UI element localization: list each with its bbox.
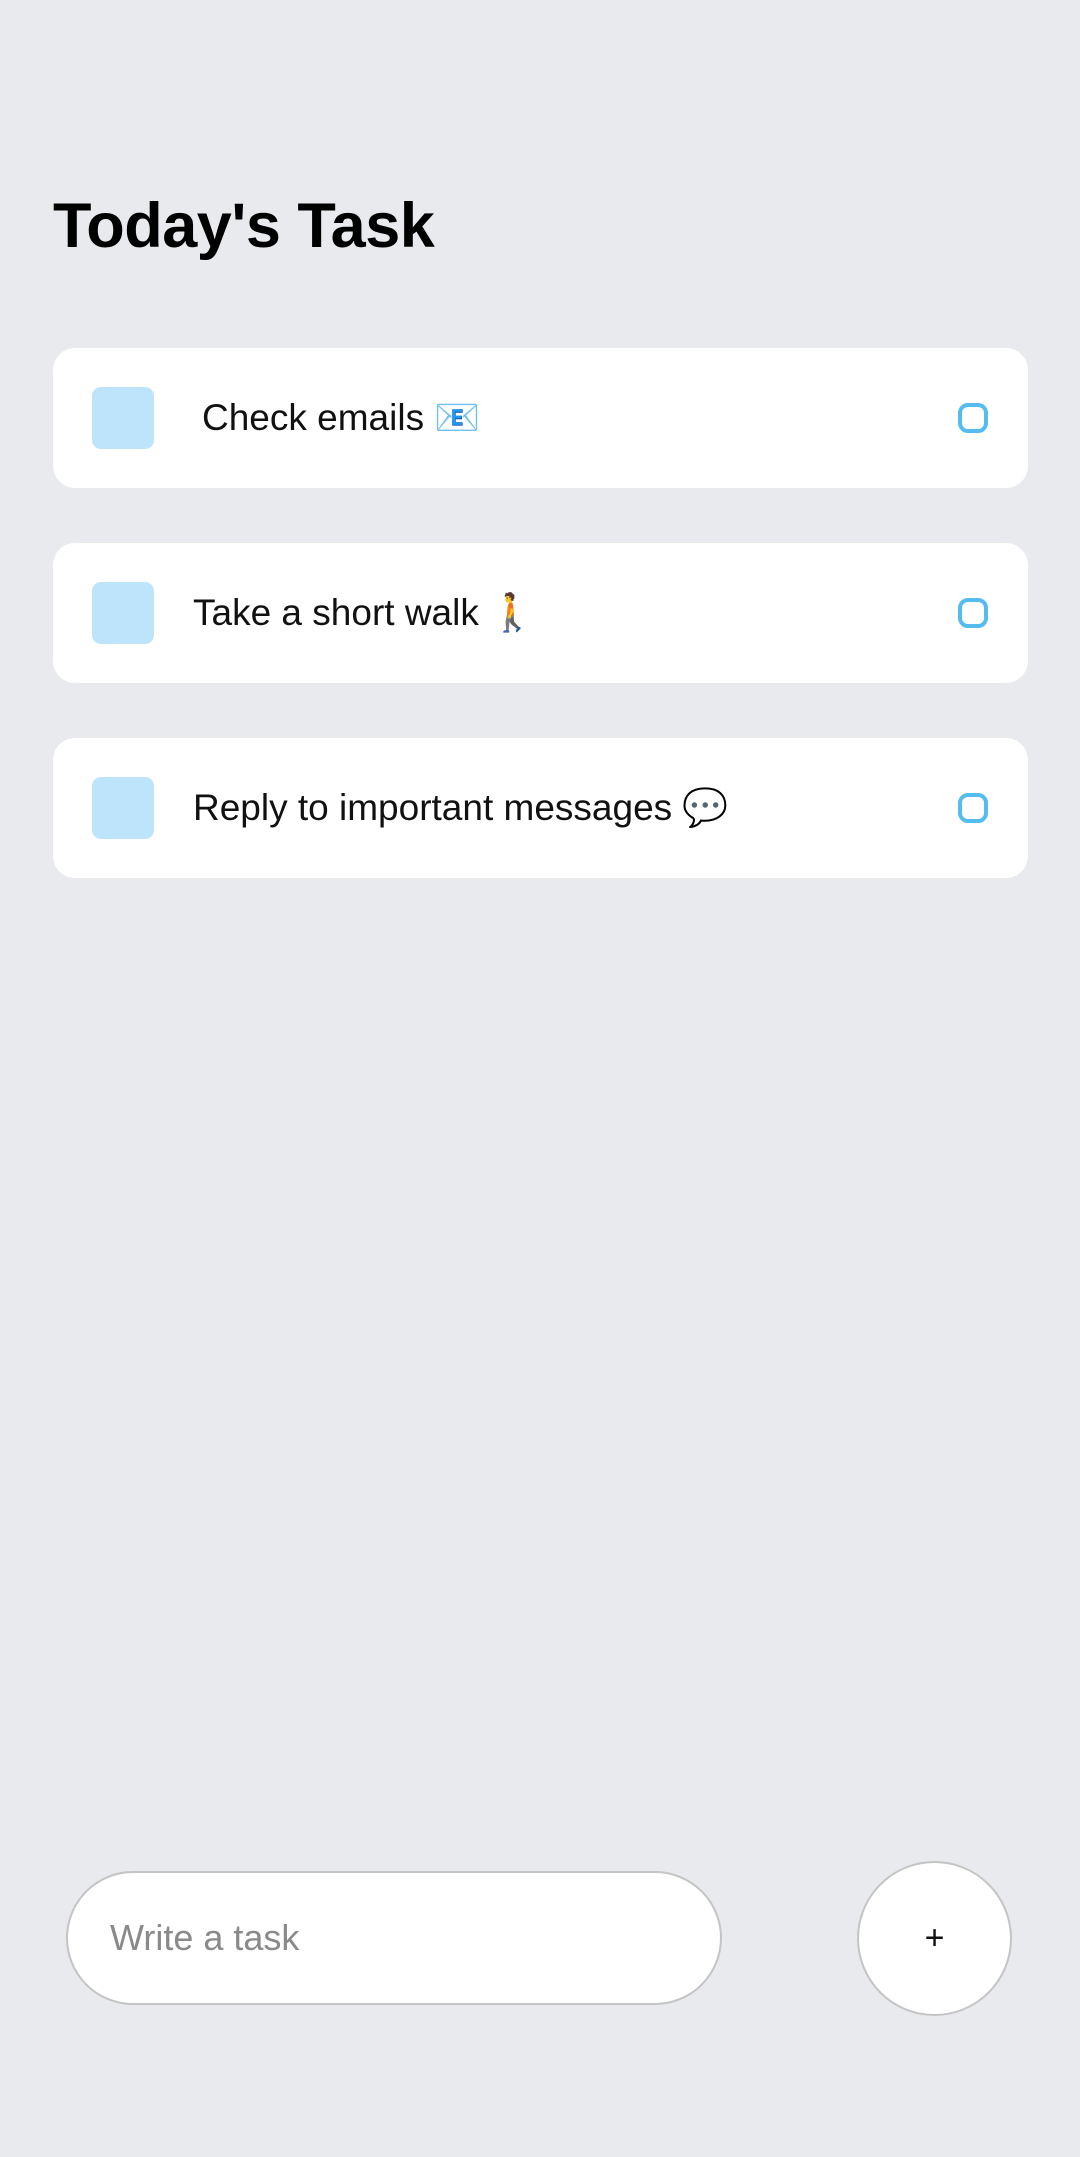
task-list: Check emails 📧 Take a short walk 🚶 Reply… [53, 348, 1028, 933]
task-item[interactable]: Check emails 📧 [53, 348, 1028, 488]
task-circle-icon[interactable] [958, 403, 988, 433]
task-item[interactable]: Take a short walk 🚶 [53, 543, 1028, 683]
task-text: Check emails 📧 [202, 396, 481, 438]
task-square[interactable] [92, 777, 154, 839]
page-title: Today's Task [53, 191, 435, 261]
add-button-label: + [924, 1919, 945, 1957]
task-square[interactable] [92, 582, 154, 644]
task-input-wrapper[interactable] [66, 1871, 722, 2005]
task-circle-icon[interactable] [958, 598, 988, 628]
task-input[interactable] [108, 1916, 720, 1960]
add-task-button[interactable]: + [857, 1861, 1012, 2016]
task-square[interactable] [92, 387, 154, 449]
task-text: Reply to important messages 💬 [193, 786, 729, 828]
task-item[interactable]: Reply to important messages 💬 [53, 738, 1028, 878]
task-text: Take a short walk 🚶 [193, 591, 536, 633]
task-circle-icon[interactable] [958, 793, 988, 823]
